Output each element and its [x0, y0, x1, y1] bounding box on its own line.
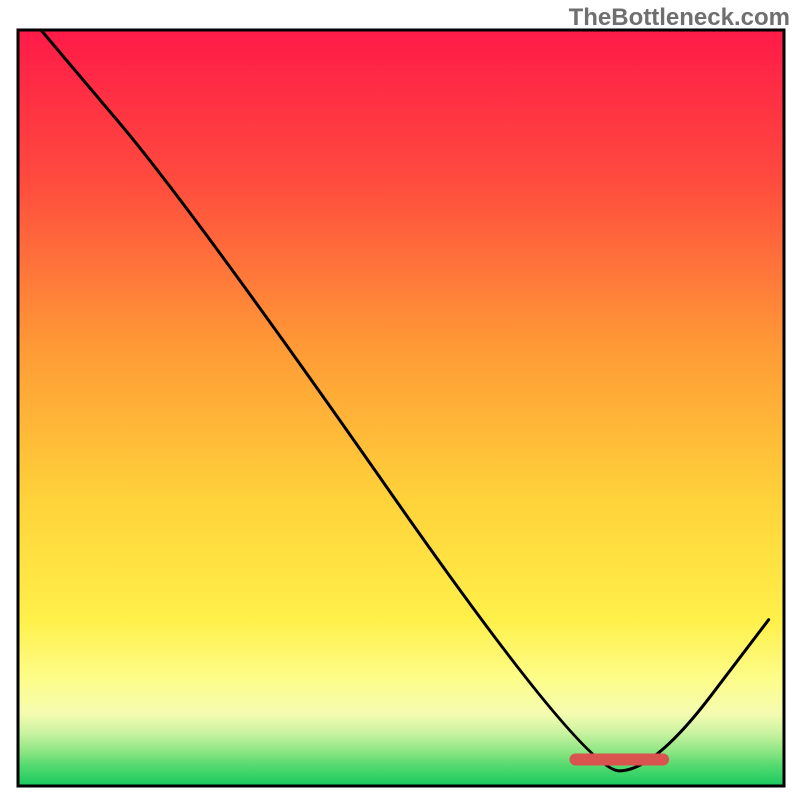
optimal-range-marker — [570, 754, 670, 766]
bottleneck-chart — [0, 0, 800, 800]
gradient-background — [18, 30, 784, 786]
plot-area — [18, 30, 784, 786]
chart-container: TheBottleneck.com — [0, 0, 800, 800]
watermark-text: TheBottleneck.com — [569, 4, 790, 32]
